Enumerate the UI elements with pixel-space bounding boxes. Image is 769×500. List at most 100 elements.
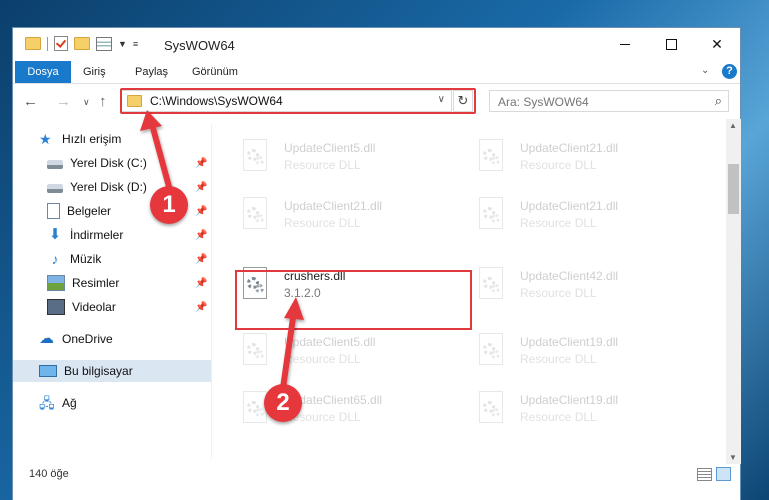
file-tile[interactable]: UpdateClient42.dll Resource DLL [472, 259, 687, 311]
file-description: Resource DLL [284, 216, 361, 230]
nav-item-label: Yerel Disk (C:) [70, 156, 147, 170]
dll-file-icon [476, 267, 506, 303]
file-description: Resource DLL [520, 352, 597, 366]
maximize-button[interactable] [648, 28, 694, 60]
close-button[interactable]: ✕ [694, 28, 740, 60]
nav-item-label: Hızlı erişim [62, 132, 122, 146]
folder-icon[interactable] [25, 37, 41, 50]
ribbon-tabs: Dosya Giriş Paylaş Görünüm ⌄ ? [13, 61, 740, 84]
pin-icon[interactable]: 📌 [195, 182, 207, 193]
minimize-icon [620, 43, 630, 45]
file-tile[interactable]: UpdateClient21.dll Resource DLL [472, 131, 687, 183]
search-input[interactable] [496, 94, 700, 110]
title-bar: ▼ ≡ SysWOW64 ✕ [13, 28, 740, 61]
minimize-button[interactable] [602, 28, 648, 60]
dll-file-icon [240, 333, 270, 369]
file-description: Resource DLL [284, 352, 361, 366]
tab-file[interactable]: Dosya [15, 61, 71, 83]
tab-share[interactable]: Paylaş [135, 61, 168, 83]
details-view-icon[interactable] [697, 468, 712, 481]
scroll-down-icon[interactable]: ▼ [729, 453, 737, 462]
pin-icon[interactable]: 📌 [195, 230, 207, 241]
search-box[interactable]: ⌕ [489, 90, 729, 112]
toolbar-separator [47, 36, 48, 51]
dll-file-icon [476, 197, 506, 233]
file-name: UpdateClient5.dll [284, 335, 376, 349]
music-icon: ♪ [51, 251, 59, 267]
address-highlight-box [120, 88, 476, 114]
file-tile[interactable]: UpdateClient5.dll Resource DLL [236, 325, 451, 377]
file-name: UpdateClient19.dll [520, 335, 619, 349]
file-tile[interactable]: UpdateClient5.dll Resource DLL [236, 131, 451, 183]
search-icon[interactable]: ⌕ [715, 93, 722, 109]
nav-item-local-disk-d[interactable]: Yerel Disk (D:) 📌 [13, 176, 243, 198]
file-name: UpdateClient19.dll [520, 393, 619, 407]
scroll-up-icon[interactable]: ▲ [729, 121, 737, 130]
help-icon[interactable]: ? [722, 64, 737, 79]
downloads-icon: ⬇ [48, 226, 62, 243]
nav-item-downloads[interactable]: ⬇ İndirmeler 📌 [13, 224, 243, 246]
file-tile[interactable]: UpdateClient21.dll Resource DLL [236, 189, 451, 241]
file-tile[interactable]: UpdateClient19.dll Resource DLL [472, 325, 687, 377]
nav-item-network[interactable]: 🖧 Ağ [13, 392, 235, 414]
file-name: UpdateClient5.dll [284, 141, 376, 155]
file-name: UpdateClient42.dll [520, 269, 619, 283]
dll-file-icon [240, 197, 270, 233]
videos-icon [47, 299, 65, 315]
up-arrow-icon[interactable]: ↑ [99, 93, 107, 110]
star-icon: ★ [39, 131, 52, 147]
window-title: SysWOW64 [164, 38, 235, 53]
file-description: Resource DLL [520, 216, 597, 230]
step-2-badge: 2 [264, 384, 302, 422]
file-description: Resource DLL [284, 158, 361, 172]
tiles-view-icon[interactable] [716, 467, 731, 481]
properties-icon[interactable] [96, 36, 112, 51]
pin-icon[interactable]: 📌 [195, 278, 207, 289]
file-highlight-box [235, 270, 472, 330]
new-folder-icon[interactable] [74, 37, 90, 50]
nav-item-quick-access[interactable]: ★ Hızlı erişim [13, 128, 235, 150]
nav-item-label: OneDrive [62, 332, 113, 346]
dll-file-icon [476, 391, 506, 427]
file-name: UpdateClient21.dll [284, 199, 383, 213]
nav-item-local-disk-c[interactable]: Yerel Disk (C:) 📌 [13, 152, 243, 174]
dll-file-icon [476, 139, 506, 175]
file-description: Resource DLL [520, 286, 597, 300]
back-arrow-icon[interactable]: ← [23, 93, 38, 110]
file-description: Resource DLL [520, 410, 597, 424]
file-tile[interactable]: UpdateClient21.dll Resource DLL [472, 189, 687, 241]
nav-item-music[interactable]: ♪ Müzik 📌 [13, 248, 243, 270]
forward-arrow-icon[interactable]: → [56, 93, 71, 110]
nav-item-label: Ağ [62, 396, 77, 410]
explorer-window: ▼ ≡ SysWOW64 ✕ Dosya Giriş Paylaş Görünü… [12, 27, 741, 500]
customize-toolbar-dropdown-icon[interactable]: ▼ [118, 39, 127, 49]
nav-item-documents[interactable]: Belgeler 📌 [13, 200, 243, 222]
pin-icon[interactable]: 📌 [195, 206, 207, 217]
tab-home[interactable]: Giriş [83, 61, 106, 83]
nav-item-label: Yerel Disk (D:) [70, 180, 147, 194]
nav-item-this-pc[interactable]: Bu bilgisayar [13, 360, 235, 382]
nav-item-label: Bu bilgisayar [64, 364, 133, 378]
quick-access-toolbar: ▼ ≡ [25, 36, 138, 51]
documents-icon [47, 203, 60, 219]
nav-item-label: İndirmeler [70, 228, 124, 242]
network-icon: 🖧 [39, 395, 55, 411]
expand-ribbon-icon[interactable]: ⌄ [701, 65, 709, 76]
nav-item-videos[interactable]: Videolar 📌 [13, 296, 243, 318]
pin-icon[interactable]: 📌 [195, 158, 207, 169]
file-tile[interactable]: UpdateClient19.dll Resource DLL [472, 383, 687, 435]
maximize-icon [665, 38, 677, 50]
pin-icon[interactable]: 📌 [195, 302, 207, 313]
recent-locations-dropdown-icon[interactable]: ∨ [83, 97, 90, 108]
toolbar-more-icon[interactable]: ≡ [133, 39, 138, 49]
vertical-scrollbar[interactable]: ▲ ▼ [726, 119, 741, 464]
tab-view[interactable]: Görünüm [192, 61, 238, 83]
nav-item-onedrive[interactable]: ☁ OneDrive [13, 328, 235, 350]
scroll-thumb[interactable] [728, 164, 739, 214]
step-1-badge: 1 [150, 186, 188, 224]
dll-file-icon [476, 333, 506, 369]
properties-check-icon[interactable] [54, 36, 68, 51]
nav-item-pictures[interactable]: Resimler 📌 [13, 272, 243, 294]
pin-icon[interactable]: 📌 [195, 254, 207, 265]
close-icon: ✕ [711, 35, 723, 52]
